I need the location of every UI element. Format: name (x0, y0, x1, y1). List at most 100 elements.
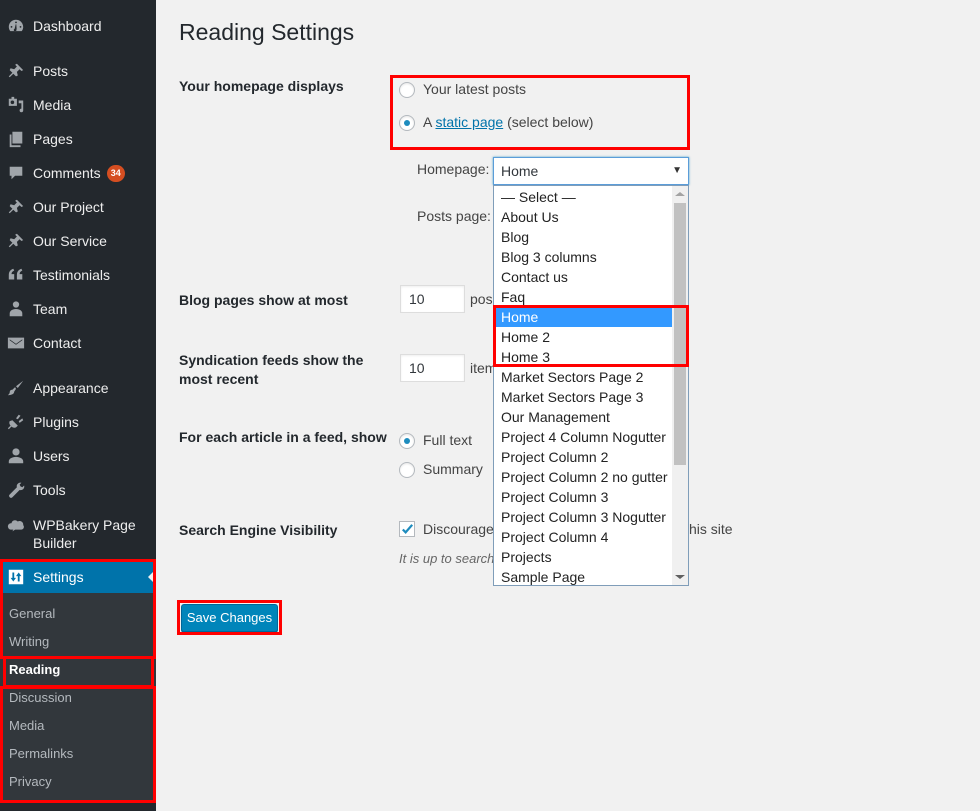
quote-icon (6, 265, 26, 285)
dropdown-option[interactable]: Sample Page (495, 567, 672, 585)
paintbrush-icon (6, 378, 26, 398)
dropdown-option[interactable]: Project Column 2 no gutter (495, 467, 672, 487)
current-menu-arrow (148, 569, 156, 585)
homepage-select[interactable]: Home ▼ (493, 157, 689, 185)
comments-count-badge: 34 (106, 164, 125, 182)
sidebar-item-wpbakery[interactable]: WPBakery Page Builder (0, 516, 156, 556)
settings-submenu: General Writing Reading Discussion Media… (0, 593, 156, 803)
page-title: Reading Settings (179, 19, 355, 45)
team-icon (6, 299, 26, 319)
sidebar-item-contact[interactable]: Contact (0, 326, 156, 360)
dropdown-option[interactable]: Home 2 (495, 327, 672, 347)
sidebar-item-our-service[interactable]: Our Service (0, 224, 156, 258)
submenu-item-discussion[interactable]: Discussion (9, 690, 72, 705)
sidebar-item-testimonials[interactable]: Testimonials (0, 258, 156, 292)
sidebar-item-team[interactable]: Team (0, 292, 156, 326)
search-engine-label: Search Engine Visibility (179, 522, 338, 538)
blog-pages-suffix: pos (470, 291, 493, 307)
save-changes-button[interactable]: Save Changes (181, 604, 278, 632)
sidebar-item-label: Appearance (33, 380, 109, 396)
submenu-item-media[interactable]: Media (9, 718, 44, 733)
radio-full-text-label[interactable]: Full text (423, 431, 472, 449)
submenu-item-general[interactable]: General (9, 606, 55, 621)
sidebar-item-label: Posts (33, 63, 69, 79)
sidebar-item-dashboard[interactable]: Dashboard (0, 9, 156, 43)
envelope-icon (6, 333, 26, 353)
admin-sidebar: Dashboard Posts Media Pages Comments 34 … (0, 0, 156, 811)
sidebar-item-our-project[interactable]: Our Project (0, 190, 156, 224)
discourage-search-label[interactable]: Discourage (423, 520, 494, 538)
pages-icon (6, 129, 26, 149)
sidebar-item-posts[interactable]: Posts (0, 54, 156, 88)
scroll-down-arrow-icon[interactable] (675, 575, 685, 579)
sidebar-item-settings[interactable]: Settings (0, 560, 156, 594)
sidebar-item-tools[interactable]: Tools (0, 473, 156, 507)
submenu-item-reading[interactable]: Reading (9, 662, 60, 677)
radio-latest-posts-label[interactable]: Your latest posts (423, 80, 526, 98)
sidebar-item-plugins[interactable]: Plugins (0, 405, 156, 439)
dropdown-option[interactable]: Project Column 3 Nogutter (495, 507, 672, 527)
posts-page-select-label: Posts page: (417, 208, 491, 224)
static-prefix: A (423, 114, 432, 130)
dropdown-option[interactable]: Our Management (495, 407, 672, 427)
wp-admin-reading-settings: Dashboard Posts Media Pages Comments 34 … (0, 0, 980, 811)
pushpin-icon (6, 61, 26, 81)
plugin-icon (6, 412, 26, 432)
dropdown-option[interactable]: Market Sectors Page 2 (495, 367, 672, 387)
sidebar-item-label: Pages (33, 131, 73, 147)
submenu-item-writing[interactable]: Writing (9, 634, 49, 649)
radio-latest-posts[interactable] (399, 82, 415, 98)
dropdown-option[interactable]: Project Column 2 (495, 447, 672, 467)
submenu-item-permalinks[interactable]: Permalinks (9, 746, 73, 761)
homepage-select-value: Home (501, 163, 539, 179)
dropdown-option[interactable]: Project Column 4 (495, 527, 672, 547)
sidebar-item-users[interactable]: Users (0, 439, 156, 473)
sidebar-item-appearance[interactable]: Appearance (0, 371, 156, 405)
radio-full-text[interactable] (399, 433, 415, 449)
dropdown-option[interactable]: — Select — (495, 187, 672, 207)
sidebar-item-label: Plugins (33, 414, 79, 430)
homepage-dropdown-list[interactable]: — Select — About Us Blog Blog 3 columns Cont… (493, 185, 689, 586)
radio-static-page[interactable] (399, 115, 415, 131)
static-suffix: (select below) (507, 114, 594, 130)
dropdown-option[interactable]: Blog 3 columns (495, 247, 672, 267)
dropdown-scrollbar[interactable] (672, 186, 688, 585)
sidebar-item-pages[interactable]: Pages (0, 122, 156, 156)
dropdown-option[interactable]: Project 4 Column Nogutter (495, 427, 672, 447)
dropdown-option[interactable]: Home (495, 307, 672, 327)
wrench-icon (6, 480, 26, 500)
sidebar-item-media[interactable]: Media (0, 88, 156, 122)
sidebar-item-label: WPBakery Page Builder (33, 517, 136, 551)
dropdown-option[interactable]: Blog (495, 227, 672, 247)
dropdown-option[interactable]: Project Column 3 (495, 487, 672, 507)
radio-static-page-label[interactable]: A static page (select below) (423, 113, 593, 131)
radio-summary[interactable] (399, 462, 415, 478)
blog-pages-label: Blog pages show at most (179, 292, 348, 308)
sidebar-item-comments[interactable]: Comments 34 (0, 156, 156, 190)
dashboard-icon (6, 16, 26, 36)
discourage-search-checkbox[interactable] (399, 521, 415, 537)
blog-pages-input[interactable]: 10 (400, 285, 465, 313)
cloud-icon (6, 516, 26, 536)
dropdown-option[interactable]: Projects (495, 547, 672, 567)
sidebar-item-label: Media (33, 97, 72, 113)
sidebar-item-label: Comments (33, 165, 101, 181)
dropdown-option[interactable]: About Us (495, 207, 672, 227)
submenu-item-privacy[interactable]: Privacy (9, 774, 52, 789)
pushpin-icon (6, 197, 26, 217)
syndication-label-line1: Syndication feeds show the (179, 352, 364, 368)
dropdown-option[interactable]: Market Sectors Page 3 (495, 387, 672, 407)
scrollbar-thumb[interactable] (674, 203, 686, 465)
radio-summary-label[interactable]: Summary (423, 460, 483, 478)
dropdown-option[interactable]: Home 3 (495, 347, 672, 367)
homepage-displays-label: Your homepage displays (179, 78, 344, 94)
scroll-up-arrow-icon[interactable] (675, 192, 685, 196)
discourage-search-label-tail: his site (689, 521, 733, 537)
dropdown-option[interactable]: Faq (495, 287, 672, 307)
media-icon (6, 95, 26, 115)
syndication-input[interactable]: 10 (400, 354, 465, 382)
dropdown-option[interactable]: Contact us (495, 267, 672, 287)
dropdown-arrow-icon: ▼ (672, 165, 682, 176)
syndication-label-line2: most recent (179, 371, 259, 387)
static-page-link[interactable]: static page (435, 114, 503, 130)
